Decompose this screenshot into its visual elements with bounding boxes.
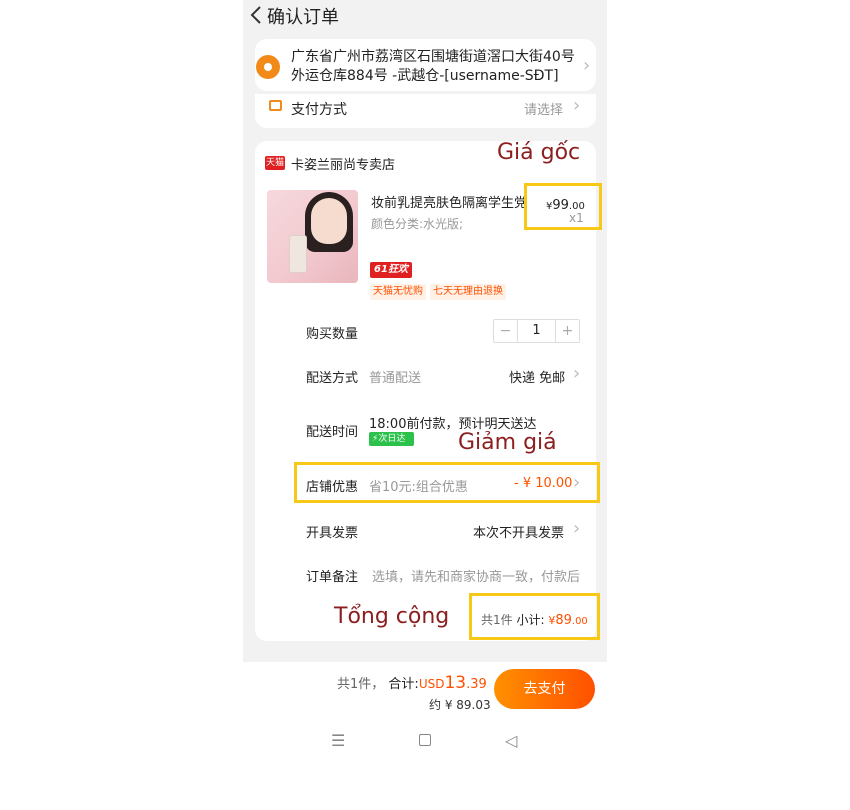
location-pin-icon: [256, 55, 280, 79]
promo-badge: 61狂欢: [370, 262, 412, 278]
annotation-discount: Giảm giá: [458, 430, 557, 455]
chevron-right-icon: ›: [583, 55, 591, 76]
delivery-method-sub: 普通配送: [369, 371, 422, 386]
decrement-button[interactable]: −: [494, 320, 518, 342]
wallet-icon: [269, 100, 282, 111]
chevron-right-icon: ›: [573, 363, 581, 384]
highlight-total: [469, 593, 600, 640]
service-tag: 天猫无忧购: [370, 284, 426, 300]
payment-label: 支付方式: [291, 102, 347, 118]
chevron-right-icon: ›: [573, 518, 581, 539]
delivery-time-label: 配送时间: [306, 425, 359, 440]
delivery-method-label: 配送方式: [306, 371, 359, 386]
quantity-value[interactable]: 1: [518, 320, 555, 342]
service-tag: 七天无理由退换: [430, 284, 506, 300]
next-day-badge: ⚡次日达: [369, 432, 414, 446]
pay-button[interactable]: 去支付: [494, 669, 595, 709]
quantity-stepper[interactable]: − 1 +: [493, 319, 580, 343]
product-title[interactable]: 妆前乳提亮肤色隔离学生党: [371, 192, 527, 211]
highlight-discount: [294, 462, 600, 503]
order-note-label: 订单备注: [306, 570, 359, 585]
invoice-value[interactable]: 本次不开具发票: [473, 522, 564, 541]
quantity-label: 购买数量: [306, 327, 359, 342]
tmall-badge: 天猫: [265, 156, 285, 170]
footer-total: 共1件， 合计:USD13.39: [337, 673, 487, 693]
payment-value[interactable]: 请选择: [524, 99, 563, 118]
footer-approx: 约 ¥ 89.03: [429, 698, 491, 712]
page-title: 确认订单: [267, 7, 339, 28]
chevron-right-icon: ›: [573, 95, 581, 116]
highlight-original-price: [524, 183, 602, 230]
menu-nav-icon[interactable]: ☰: [331, 731, 345, 750]
phone-screen: 确认订单 广东省广州市荔湾区石围塘街道滘口大街40号外运仓库884号 -武越仓-…: [243, 0, 607, 810]
invoice-label: 开具发票: [306, 526, 359, 541]
store-name[interactable]: 卡姿兰丽尚专卖店: [291, 154, 395, 173]
order-note-input[interactable]: 选填，请先和商家协商一致，付款后: [372, 566, 580, 585]
back-nav-icon[interactable]: ◁: [505, 731, 517, 750]
back-arrow-icon[interactable]: [247, 3, 265, 27]
delivery-method-value[interactable]: 快递 免邮: [509, 367, 565, 386]
home-nav-icon[interactable]: [419, 734, 431, 746]
annotation-original-price: Giá gốc: [497, 140, 581, 165]
increment-button[interactable]: +: [555, 320, 579, 342]
shipping-address: 广东省广州市荔湾区石围塘街道滘口大街40号外运仓库884号 -武越仓-[user…: [291, 49, 575, 84]
product-variant: 颜色分类:水光版;: [371, 217, 464, 231]
product-image[interactable]: [267, 190, 358, 283]
annotation-total: Tổng cộng: [334, 604, 450, 629]
